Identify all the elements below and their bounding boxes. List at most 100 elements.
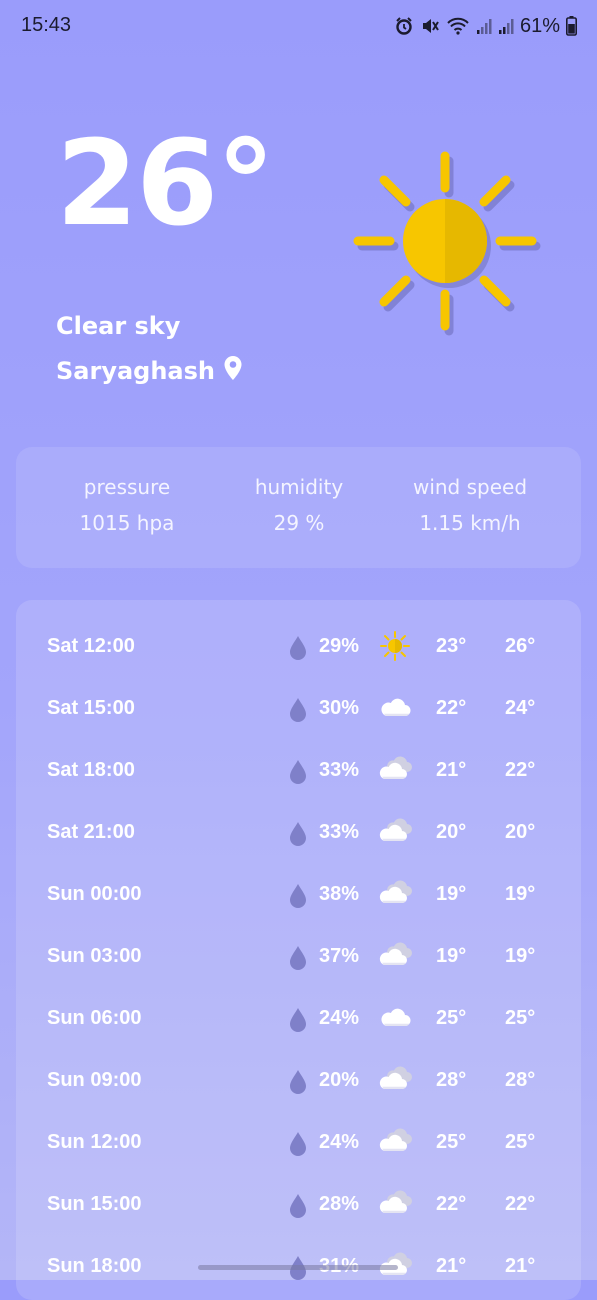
- humidity-stat: humidity 29 %: [209, 475, 389, 535]
- forecast-row[interactable]: Sun 15:00 28% 22° 22°: [16, 1185, 581, 1225]
- forecast-row[interactable]: Sun 06:00 24% 25° 25°: [16, 999, 581, 1039]
- forecast-humidity: 29%: [319, 635, 360, 657]
- forecast-row[interactable]: Sun 03:00 37% 19° 19°: [16, 937, 581, 977]
- humidity-drop-icon: [288, 821, 308, 851]
- humidity-value: 29 %: [273, 511, 325, 535]
- forecast-humidity: 24%: [319, 1131, 360, 1153]
- weather-condition: Clear sky: [56, 312, 181, 340]
- humidity-drop-icon: [288, 1069, 308, 1099]
- clouds-icon: [378, 879, 412, 909]
- forecast-humidity: 33%: [319, 759, 360, 781]
- humidity-drop-icon: [288, 1255, 308, 1285]
- sun-icon: [352, 150, 542, 340]
- forecast-row[interactable]: Sun 09:00 20% 28° 28°: [16, 1061, 581, 1101]
- status-bar: 15:43 61%: [0, 0, 597, 52]
- forecast-max-temp: 19°: [505, 883, 536, 905]
- humidity-drop-icon: [288, 1193, 308, 1223]
- forecast-time: Sun 03:00: [47, 945, 142, 967]
- clouds-icon: [378, 941, 412, 971]
- humidity-drop-icon: [288, 883, 308, 913]
- wifi-icon: [446, 16, 470, 36]
- pressure-value: 1015 hpa: [79, 511, 175, 535]
- wind-speed-stat: wind speed 1.15 km/h: [380, 475, 560, 535]
- forecast-row[interactable]: Sun 12:00 24% 25° 25°: [16, 1123, 581, 1163]
- stats-card: pressure 1015 hpa humidity 29 % wind spe…: [16, 447, 581, 568]
- forecast-min-temp: 20°: [436, 821, 467, 843]
- forecast-max-temp: 28°: [505, 1069, 536, 1091]
- forecast-time: Sat 21:00: [47, 821, 135, 843]
- clouds-icon: [378, 1065, 412, 1095]
- forecast-max-temp: 19°: [505, 945, 536, 967]
- forecast-row[interactable]: Sat 18:00 33% 21° 22°: [16, 751, 581, 791]
- humidity-drop-icon: [288, 635, 308, 665]
- forecast-humidity: 24%: [319, 1007, 360, 1029]
- clouds-icon: [378, 755, 412, 785]
- wind-speed-label: wind speed: [412, 475, 528, 499]
- forecast-min-temp: 25°: [436, 1007, 467, 1029]
- forecast-min-temp: 28°: [436, 1069, 467, 1091]
- home-indicator[interactable]: [198, 1265, 398, 1270]
- cloud-icon: [378, 693, 412, 723]
- forecast-time: Sun 00:00: [47, 883, 142, 905]
- alarm-icon: [394, 16, 414, 36]
- forecast-max-temp: 25°: [505, 1007, 536, 1029]
- forecast-time: Sun 12:00: [47, 1131, 142, 1153]
- forecast-humidity: 33%: [319, 821, 360, 843]
- humidity-drop-icon: [288, 945, 308, 975]
- forecast-list[interactable]: Sat 12:00 29% 23° 26° Sat 15:00 30% 22° 24° Sat …: [16, 600, 581, 1300]
- forecast-humidity: 38%: [319, 883, 360, 905]
- status-icons: 61%: [394, 14, 577, 38]
- cloud-icon: [378, 1003, 412, 1033]
- forecast-min-temp: 19°: [436, 883, 467, 905]
- location[interactable]: Saryaghash: [56, 355, 243, 387]
- forecast-humidity: 20%: [319, 1069, 360, 1091]
- battery-percentage: 61%: [519, 14, 560, 37]
- sun-icon: [378, 631, 412, 661]
- humidity-label: humidity: [254, 475, 344, 499]
- forecast-row[interactable]: Sat 21:00 33% 20° 20°: [16, 813, 581, 853]
- forecast-time: Sat 15:00: [47, 697, 135, 719]
- forecast-humidity: 37%: [319, 945, 360, 967]
- signal-icon: [498, 17, 514, 35]
- signal-icon: [476, 17, 492, 35]
- forecast-time: Sat 12:00: [47, 635, 135, 657]
- clouds-icon: [378, 817, 412, 847]
- forecast-min-temp: 25°: [436, 1131, 467, 1153]
- forecast-time: Sun 18:00: [47, 1255, 142, 1277]
- forecast-max-temp: 22°: [505, 759, 536, 781]
- humidity-drop-icon: [288, 697, 308, 727]
- forecast-time: Sun 15:00: [47, 1193, 142, 1215]
- forecast-max-temp: 21°: [505, 1255, 536, 1277]
- forecast-max-temp: 20°: [505, 821, 536, 843]
- humidity-drop-icon: [288, 759, 308, 789]
- status-time: 15:43: [21, 14, 72, 36]
- forecast-max-temp: 25°: [505, 1131, 536, 1153]
- forecast-time: Sun 06:00: [47, 1007, 142, 1029]
- wind-speed-value: 1.15 km/h: [419, 511, 521, 535]
- forecast-max-temp: 22°: [505, 1193, 536, 1215]
- humidity-drop-icon: [288, 1131, 308, 1161]
- forecast-humidity: 28%: [319, 1193, 360, 1215]
- forecast-row[interactable]: Sat 12:00 29% 23° 26°: [16, 627, 581, 667]
- current-temperature: 26°: [56, 114, 275, 252]
- location-pin-icon: [223, 355, 243, 387]
- location-name: Saryaghash: [56, 357, 215, 385]
- forecast-row[interactable]: Sun 00:00 38% 19° 19°: [16, 875, 581, 915]
- forecast-time: Sun 09:00: [47, 1069, 142, 1091]
- forecast-min-temp: 21°: [436, 759, 467, 781]
- forecast-max-temp: 26°: [505, 635, 536, 657]
- forecast-min-temp: 22°: [436, 1193, 467, 1215]
- clouds-icon: [378, 1127, 412, 1157]
- mute-icon: [420, 16, 440, 36]
- clouds-icon: [378, 1189, 412, 1219]
- humidity-drop-icon: [288, 1007, 308, 1037]
- forecast-max-temp: 24°: [505, 697, 536, 719]
- forecast-min-temp: 23°: [436, 635, 467, 657]
- forecast-min-temp: 22°: [436, 697, 467, 719]
- forecast-min-temp: 19°: [436, 945, 467, 967]
- forecast-row[interactable]: Sat 15:00 30% 22° 24°: [16, 689, 581, 729]
- pressure-label: pressure: [83, 475, 171, 499]
- battery-icon: [566, 16, 577, 36]
- forecast-time: Sat 18:00: [47, 759, 135, 781]
- pressure-stat: pressure 1015 hpa: [37, 475, 217, 535]
